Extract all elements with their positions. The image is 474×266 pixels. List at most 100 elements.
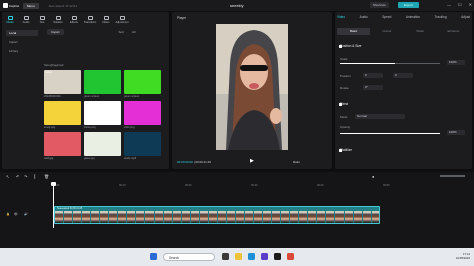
clip-frame (91, 211, 101, 223)
media-thumbnail: Added (44, 70, 81, 94)
tab-effects[interactable]: Effects (66, 12, 82, 28)
media-item[interactable]: color.png (124, 101, 164, 129)
zoom-slider[interactable] (440, 175, 465, 177)
media-item[interactable]: Added 20220918-W0... (44, 70, 84, 98)
tab-stickers[interactable]: Stickers (50, 12, 66, 28)
ratio-button[interactable]: Ratio (293, 160, 300, 164)
clip-filmstrip (55, 211, 379, 223)
track-audio-icon[interactable]: 🔊 (24, 212, 28, 216)
clip-frame (299, 211, 309, 223)
undo-icon[interactable]: ↶ (16, 174, 19, 179)
ruler-tick-label: 00:40 (317, 184, 324, 187)
edge-icon[interactable] (248, 253, 255, 260)
opacity-field[interactable]: 100% (447, 130, 465, 135)
capcut-logo-icon (3, 3, 8, 8)
project-title[interactable]: seeekly (230, 3, 244, 8)
menu-button[interactable]: Menu (23, 2, 39, 9)
split-icon[interactable]: ⫿ (34, 174, 35, 179)
mode-label: Mode (340, 115, 348, 119)
export-button[interactable]: Export (398, 2, 419, 8)
clip-frame (145, 211, 155, 223)
media-thumbnail (84, 70, 121, 94)
maximize-icon[interactable]: ☐ (458, 2, 462, 7)
subtab-basic[interactable]: Basic (337, 28, 371, 35)
blend-checkbox[interactable] (339, 103, 342, 106)
windows-taskbar: Search 17:12 10/05/2022 (0, 248, 474, 266)
mic-icon[interactable]: ● (372, 174, 374, 179)
app-taskbar-icon[interactable] (287, 253, 294, 260)
tab-speed[interactable]: Speed (382, 15, 391, 19)
tab-transitions[interactable]: Transitions (82, 12, 98, 28)
media-item[interactable]: card.jpg (44, 132, 84, 160)
clip-frame (181, 211, 191, 223)
blend-mode-select[interactable]: Normal (355, 114, 405, 119)
position-size-checkbox[interactable] (339, 45, 342, 48)
delete-icon[interactable]: 🗑 (44, 174, 49, 179)
media-item[interactable]: Sijmu@ragemed (44, 39, 84, 67)
sidebar-item-library[interactable]: Library (6, 48, 38, 54)
file-explorer-icon[interactable] (235, 253, 242, 260)
properties-sub-tabs: Basic Cutout Mask Enhance (337, 28, 470, 35)
store-icon[interactable] (261, 253, 268, 260)
media-item-name: color.png (124, 126, 135, 129)
media-item-name: frame.png (84, 126, 96, 129)
tab-adjust[interactable]: Adjust (461, 15, 470, 19)
task-view-icon[interactable] (222, 253, 229, 260)
play-icon[interactable]: ▶ (250, 158, 254, 164)
select-tool-icon[interactable]: ↖ (6, 174, 9, 179)
start-icon[interactable] (150, 253, 157, 260)
media-thumbnail (44, 132, 81, 156)
subtab-enhance[interactable]: Enhance (437, 28, 470, 35)
tab-animation[interactable]: Animation (406, 15, 420, 19)
clip-frame (290, 211, 300, 223)
video-preview[interactable] (216, 24, 288, 150)
taskbar-clock[interactable]: 17:12 10/05/2022 (456, 252, 470, 260)
clip-frame (199, 211, 209, 223)
redo-icon[interactable]: ↷ (24, 174, 27, 179)
subtab-cutout[interactable]: Cutout (370, 28, 403, 35)
tab-audio-props[interactable]: Audio (360, 15, 368, 19)
sidebar-item-local[interactable]: Local (6, 30, 38, 36)
track-visibility-icon[interactable]: 👁 (14, 212, 18, 216)
close-icon[interactable]: ✕ (469, 2, 472, 7)
playhead[interactable] (53, 183, 54, 228)
media-item[interactable]: emoji.png (44, 101, 84, 129)
media-thumbnail (44, 101, 81, 125)
tab-media[interactable]: Media (2, 12, 18, 28)
media-item[interactable] (124, 39, 164, 64)
scale-field[interactable]: 100% (447, 60, 465, 65)
media-item[interactable]: green screen (84, 70, 124, 98)
sidebar-item-import[interactable]: Import (6, 39, 38, 45)
media-item[interactable] (84, 39, 124, 64)
tab-text[interactable]: Text (34, 12, 50, 28)
subtab-mask[interactable]: Mask (404, 28, 437, 35)
import-button[interactable]: Import (47, 29, 64, 35)
tab-video[interactable]: Video (337, 15, 345, 19)
taskbar-search[interactable]: Search (163, 253, 215, 261)
media-item[interactable]: green screen (124, 70, 164, 98)
video-clip[interactable]: Seeeeeked 00:00:11:26 (54, 206, 380, 224)
filter-all-button[interactable]: All (132, 30, 135, 34)
stabilize-checkbox[interactable] (339, 149, 342, 152)
clip-label: Seeeeeked 00:00:11:26 (57, 207, 83, 210)
tab-tracking[interactable]: Tracking (435, 15, 447, 19)
clip-frame (118, 211, 128, 223)
clip-frame (371, 211, 379, 223)
tab-adjustment[interactable]: Adjustment (114, 12, 130, 28)
tab-audio[interactable]: Audio (18, 12, 34, 28)
media-item[interactable]: frame.png (84, 101, 124, 129)
minimize-icon[interactable]: — (447, 2, 451, 7)
position-y-field[interactable]: 0 (393, 73, 413, 78)
capcut-taskbar-icon[interactable] (274, 253, 281, 260)
shortcuts-button[interactable]: Shortcuts (370, 2, 389, 8)
clip-frame (344, 211, 354, 223)
title-bar: CapCut Menu Auto saved: 17:12:01 seeekly… (0, 0, 474, 11)
media-item[interactable]: game.jpg (84, 132, 124, 160)
tab-filters[interactable]: Filters (98, 12, 114, 28)
track-lock-icon[interactable]: 🔒 (6, 212, 10, 216)
playhead-handle[interactable] (51, 182, 56, 186)
sort-button[interactable]: Sort (119, 30, 125, 34)
rotate-field[interactable]: 0° (363, 85, 383, 90)
position-x-field[interactable]: 0 (363, 73, 383, 78)
media-item[interactable]: audio.mp3 (124, 132, 164, 160)
